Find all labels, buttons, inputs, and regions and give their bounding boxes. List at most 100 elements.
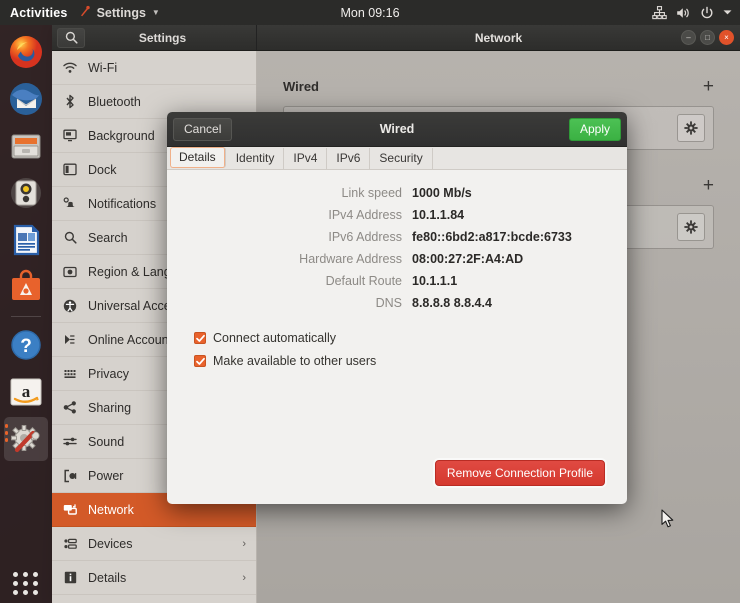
libreoffice-writer-icon	[13, 224, 40, 256]
window-controls: – □ ×	[681, 30, 740, 45]
dock-item-files[interactable]	[4, 124, 48, 168]
detail-value: 08:00:27:2F:A4:AD	[412, 252, 524, 266]
dock-item-amazon[interactable]: a	[4, 370, 48, 414]
add-connection-button-secondary[interactable]: +	[703, 176, 714, 195]
sidebar-item-label: Network	[88, 502, 134, 517]
top-bar: Activities Settings ▼ Mon 09:16	[0, 0, 740, 25]
sidebar-title: Settings	[138, 30, 187, 45]
window-header: Network – □ ×	[257, 25, 740, 50]
power-icon[interactable]	[700, 6, 714, 20]
remove-connection-profile-button[interactable]: Remove Connection Profile	[434, 460, 605, 486]
tab-identity[interactable]: Identity	[227, 148, 285, 169]
mouse-cursor	[661, 509, 675, 534]
checkbox-row-connect-automatically[interactable]: Connect automatically	[194, 331, 607, 345]
ubuntu-software-icon	[12, 269, 40, 300]
globe-icon	[62, 266, 78, 278]
cancel-button[interactable]: Cancel	[173, 117, 233, 141]
detail-row-ipv4-address: IPv4 Address 10.1.1.84	[167, 208, 607, 222]
detail-value: fe80::6bd2:a817:bcde:6733	[412, 230, 572, 244]
wired-section-header: Wired +	[283, 77, 714, 96]
chevron-right-icon: ›	[242, 537, 246, 550]
section-title: Wired	[283, 79, 319, 94]
show-applications-button[interactable]	[13, 572, 39, 595]
svg-text:?: ?	[20, 336, 32, 357]
tab-ipv4[interactable]: IPv4	[284, 148, 328, 169]
add-connection-button[interactable]: +	[703, 77, 714, 96]
amazon-icon: a	[10, 378, 42, 406]
close-button[interactable]: ×	[719, 30, 734, 45]
minimize-button[interactable]: –	[681, 30, 696, 45]
search-icon	[65, 31, 78, 44]
sidebar-item-devices[interactable]: Devices ›	[52, 527, 256, 561]
dock-separator	[11, 316, 41, 317]
detail-label: Link speed	[341, 186, 402, 200]
sidebar-item-label: Wi-Fi	[88, 60, 118, 75]
network-icon	[62, 503, 78, 516]
ubuntu-settings-icon	[78, 5, 91, 21]
dock-item-help[interactable]: ?	[4, 323, 48, 367]
sidebar-item-wifi[interactable]: Wi-Fi	[52, 51, 256, 85]
dock-icon	[62, 163, 78, 176]
detail-label: Hardware Address	[299, 252, 402, 266]
dialog-header: Cancel Wired Apply	[167, 112, 627, 147]
appgrid-dot	[33, 581, 38, 586]
network-wired-icon[interactable]	[652, 5, 667, 20]
bell-icon	[62, 197, 78, 210]
volume-icon[interactable]	[676, 6, 691, 20]
activities-button[interactable]: Activities	[0, 6, 78, 20]
checkbox-label: Make available to other users	[213, 354, 377, 368]
dock-item-thunderbird[interactable]	[4, 77, 48, 121]
online-accounts-icon	[62, 333, 78, 346]
detail-row-dns: DNS 8.8.8.8 8.8.4.4	[167, 296, 607, 310]
detail-value: 8.8.8.8 8.8.4.4	[412, 296, 492, 310]
app-menu-button[interactable]: Settings ▼	[78, 5, 160, 21]
chevron-down-icon: ▼	[151, 8, 160, 17]
make-available-checkbox[interactable]	[194, 355, 206, 367]
settings-icon	[11, 425, 40, 453]
window-title: Network	[474, 30, 523, 45]
sound-icon	[62, 436, 78, 447]
appgrid-dot	[13, 581, 18, 586]
share-icon	[62, 401, 78, 414]
system-menu-chevron-down-icon[interactable]	[723, 9, 732, 16]
power-plug-icon	[62, 469, 78, 483]
detail-label: IPv4 Address	[328, 208, 402, 222]
dock-item-settings[interactable]	[4, 417, 48, 461]
dock-item-rhythmbox[interactable]	[4, 171, 48, 215]
wifi-icon	[62, 62, 78, 74]
wired-connection-dialog: Cancel Wired Apply Details Identity IPv4…	[167, 112, 627, 504]
accessibility-icon	[62, 299, 78, 313]
dock-item-libreoffice-writer[interactable]	[4, 218, 48, 262]
tab-ipv6[interactable]: IPv6	[327, 148, 371, 169]
gear-icon	[684, 220, 698, 234]
dock-item-firefox[interactable]	[4, 30, 48, 74]
detail-row-hardware-address: Hardware Address 08:00:27:2F:A4:AD	[167, 252, 607, 266]
thunderbird-icon	[10, 83, 42, 115]
secondary-settings-gear-button[interactable]	[677, 213, 705, 241]
apply-button[interactable]: Apply	[568, 117, 621, 141]
tab-security[interactable]: Security	[370, 148, 433, 169]
sidebar-item-details[interactable]: Details ›	[52, 561, 256, 595]
sidebar-item-label: Devices	[88, 536, 133, 551]
screen: Activities Settings ▼ Mon 09:16 ? a Sett…	[0, 0, 740, 603]
maximize-button[interactable]: □	[700, 30, 715, 45]
dock-item-ubuntu-software[interactable]	[4, 265, 48, 309]
dialog-footer: Remove Connection Profile	[167, 460, 627, 504]
wired-settings-gear-button[interactable]	[677, 114, 705, 142]
dialog-title: Wired	[379, 122, 415, 136]
firefox-icon	[10, 36, 42, 68]
checkbox-row-make-available[interactable]: Make available to other users	[194, 354, 607, 368]
appgrid-dot	[13, 590, 18, 595]
appgrid-dot	[33, 590, 38, 595]
tab-details[interactable]: Details	[170, 147, 226, 168]
svg-text:a: a	[22, 382, 31, 401]
ubuntu-dock: ? a	[0, 25, 52, 603]
detail-label: DNS	[375, 296, 402, 310]
devices-icon	[62, 538, 78, 550]
help-icon: ?	[11, 330, 41, 360]
sidebar-item-label: Bluetooth	[88, 94, 141, 109]
appgrid-dot	[33, 572, 38, 577]
connect-automatically-checkbox[interactable]	[194, 332, 206, 344]
search-button[interactable]	[57, 27, 85, 48]
search-icon	[62, 231, 78, 244]
